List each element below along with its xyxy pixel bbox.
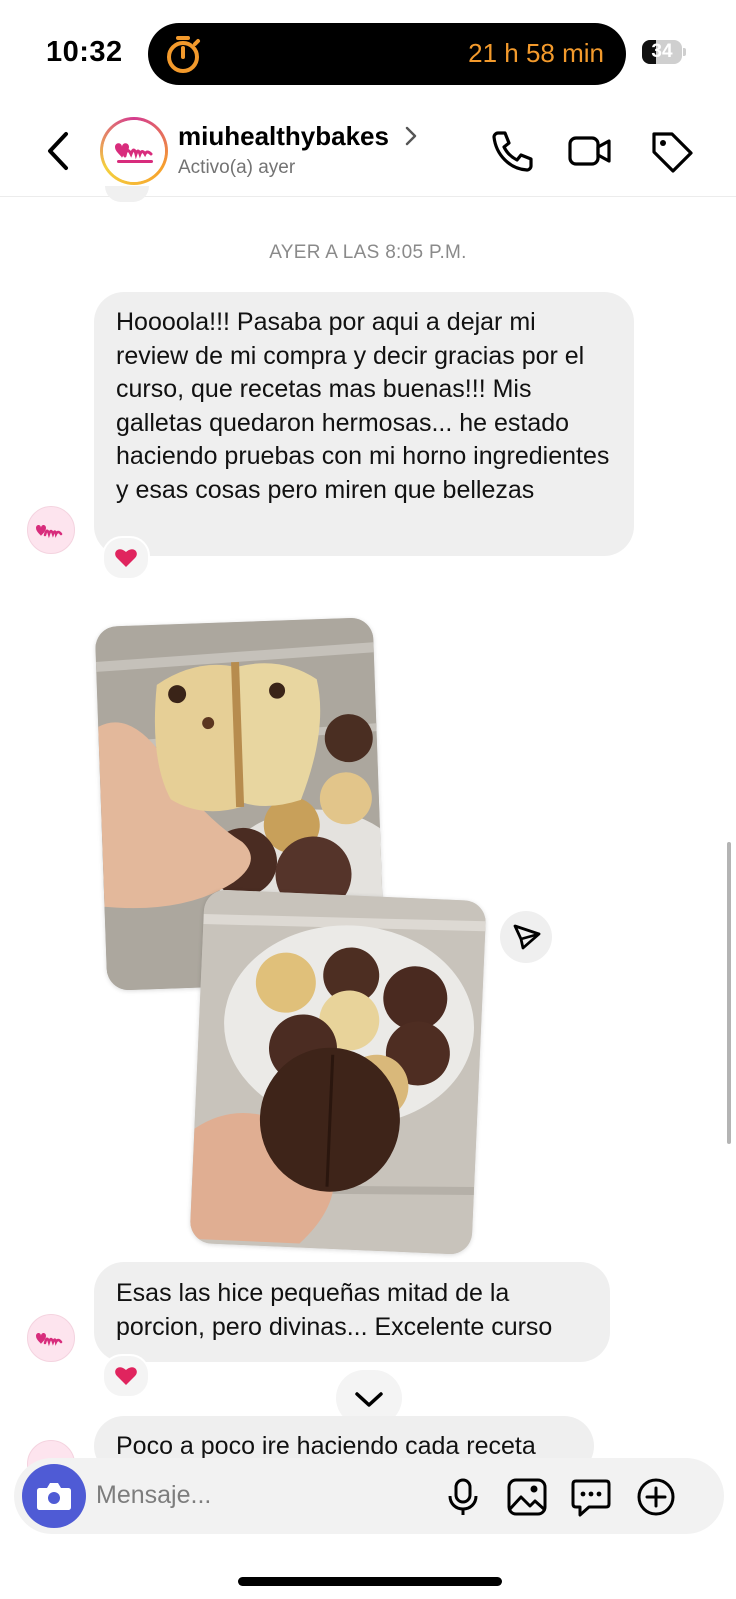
battery-body: 34 xyxy=(642,40,682,64)
scrollbar[interactable] xyxy=(727,842,731,1144)
heart-reaction-icon xyxy=(115,1367,137,1385)
sender-avatar xyxy=(27,1314,75,1362)
home-indicator[interactable] xyxy=(238,1577,502,1586)
sender-avatar xyxy=(27,506,75,554)
message-bubble[interactable]: Hoooola!!! Pasaba por aqui a dejar mi re… xyxy=(94,292,634,556)
camera-icon xyxy=(37,1483,71,1510)
avatar[interactable] xyxy=(100,117,168,185)
battery-cap xyxy=(683,48,686,56)
battery-level-text: 34 xyxy=(651,41,673,62)
phone-icon[interactable] xyxy=(488,128,534,174)
dynamic-island-live-activity[interactable]: 21 h 58 min xyxy=(148,23,626,85)
sticker-chat-icon[interactable] xyxy=(570,1476,612,1518)
send-arrow-icon xyxy=(513,924,541,950)
chevron-right-icon[interactable] xyxy=(404,124,418,148)
message-reaction[interactable]: ❤️ xyxy=(102,536,150,580)
live-activity-timer-text: 21 h 58 min xyxy=(468,38,604,68)
battery-indicator: 34 xyxy=(642,40,686,64)
tag-icon[interactable] xyxy=(649,128,695,174)
chat-username[interactable]: miuhealthybakes xyxy=(178,121,389,152)
avatar-inner xyxy=(103,120,165,182)
chat-timestamp: AYER A LAS 8:05 P.M. xyxy=(269,242,467,263)
stopwatch-icon xyxy=(167,36,200,73)
back-chevron-icon[interactable] xyxy=(40,128,80,174)
microphone-icon[interactable] xyxy=(442,1476,484,1518)
photo-message-2[interactable] xyxy=(189,889,487,1255)
camera-button[interactable] xyxy=(22,1464,86,1528)
cookies-on-plate-photo xyxy=(189,889,487,1255)
video-camera-icon[interactable] xyxy=(567,128,613,174)
previous-reaction-stub xyxy=(105,186,149,202)
message-bubble[interactable]: Esas las hice pequeñas mitad de la porci… xyxy=(94,1262,610,1362)
miu-logo-icon xyxy=(36,525,63,539)
message-input[interactable] xyxy=(96,1477,436,1513)
image-icon[interactable] xyxy=(506,1476,548,1518)
chat-active-status: Activo(a) ayer xyxy=(178,157,296,178)
plus-circle-icon[interactable] xyxy=(635,1476,677,1518)
heart-reaction-icon xyxy=(115,549,137,567)
miu-logo-icon xyxy=(103,120,165,182)
status-time: 10:32 xyxy=(46,36,123,68)
message-reaction[interactable]: ❤️ xyxy=(102,1354,150,1398)
miu-logo-icon xyxy=(36,1333,63,1347)
message-composer xyxy=(14,1458,724,1534)
share-button[interactable] xyxy=(500,911,552,963)
